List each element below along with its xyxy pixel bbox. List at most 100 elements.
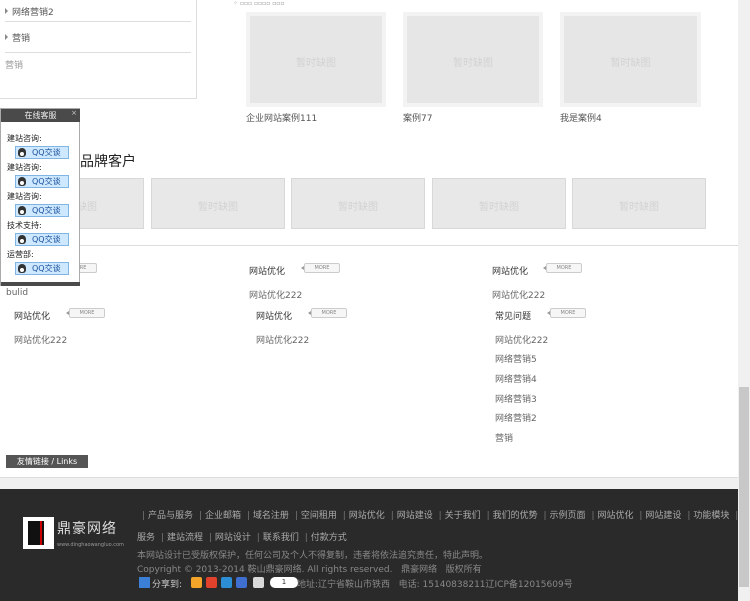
sidebar-plain-item[interactable]: 营销 (5, 58, 23, 71)
sidebar-divider (5, 52, 191, 53)
footer-nav-link[interactable]: 域名注册 (253, 511, 289, 521)
qq-penguin-icon (18, 206, 26, 215)
section-title: 网站优化 (249, 267, 286, 277)
logo-mark (23, 517, 54, 549)
section-link[interactable]: 网络营销4 (495, 372, 537, 385)
brand-link[interactable]: 鼎豪网络 (401, 565, 437, 575)
sidebar-category-panel: 网络营销2 营销 营销 (0, 0, 197, 99)
brand-logo-2[interactable]: 暂时缺图 (151, 178, 285, 229)
triangle-right-icon (5, 34, 8, 40)
qq-chat-button[interactable]: QQ交谈 (15, 175, 69, 188)
brand-logo-5[interactable]: 暂时缺图 (572, 178, 706, 229)
footer-nav-link[interactable]: 网站建设 (645, 511, 681, 521)
more-button[interactable]: MORE (311, 308, 347, 318)
section-title: 网站优化 (492, 267, 529, 277)
qq-penguin-icon (18, 264, 26, 273)
chat-widget-title: 在线客服 (1, 109, 80, 122)
footer-nav-link[interactable]: 网站优化 (597, 511, 633, 521)
qq-penguin-icon (18, 148, 26, 157)
footer-nav-link[interactable]: 建站流程 (167, 533, 203, 543)
address-line: 地址:辽宁省鞍山市铁西 电话: 15140838211辽ICP备12015609… (297, 580, 573, 590)
more-button[interactable]: MORE (69, 308, 105, 318)
online-service-widget: 在线客服 × 建站咨询: QQ交谈 建站咨询: QQ交谈 建站咨询: QQ交谈 … (0, 108, 80, 286)
brand-logo-4[interactable]: 暂时缺图 (432, 178, 566, 229)
qq-chat-button[interactable]: QQ交谈 (15, 233, 69, 246)
qq-chat-button[interactable]: QQ交谈 (15, 204, 69, 217)
section-link[interactable]: 网站优化222 (14, 333, 67, 346)
placeholder-text: 暂时缺图 (619, 201, 659, 213)
renren-share-icon[interactable] (236, 577, 247, 588)
footer-nav-link[interactable]: 网站建设 (397, 511, 433, 521)
weibo-share-icon[interactable] (206, 577, 217, 588)
footer-nav-link[interactable]: 示例页面 (550, 511, 586, 521)
footer-nav-link[interactable]: 网站优化 (349, 511, 385, 521)
more-button[interactable]: MORE (304, 263, 340, 273)
copyright-line: Copyright © 2013-2014 鞍山鼎豪网络. All rights… (137, 565, 482, 575)
chat-group-label: 运营部: (7, 250, 34, 259)
share-count: 1 (270, 577, 298, 588)
section-link[interactable]: 网站优化222 (249, 288, 302, 301)
footer-nav-link[interactable]: 服务 (137, 533, 155, 543)
section-title: 常见问题 (495, 312, 532, 322)
chat-group-label: 技术支持: (7, 221, 42, 230)
qq-penguin-icon (18, 177, 26, 186)
more-button[interactable]: MORE (550, 308, 586, 318)
scrollbar-thumb[interactable] (739, 387, 749, 587)
qq-chat-button[interactable]: QQ交谈 (15, 262, 69, 275)
qq-chat-button[interactable]: QQ交谈 (15, 146, 69, 159)
placeholder-text: 暂时缺图 (296, 57, 336, 69)
chat-group-label: 建站咨询: (7, 192, 42, 201)
more-share-icon[interactable] (253, 577, 264, 588)
logo-url: www.dinghaowangluo.com (57, 542, 124, 548)
footer-nav-link[interactable]: 网站设计 (215, 533, 251, 543)
top-cropped-text: ⁘ ▫▫▫ ▫▫▫▫ ▫▫▫ (233, 0, 285, 7)
case-caption-1[interactable]: 企业网站案例111 (246, 111, 317, 124)
tencent-weibo-share-icon[interactable] (221, 577, 232, 588)
case-caption-2[interactable]: 案例77 (403, 111, 432, 124)
section-title: 网站优化 (256, 312, 293, 322)
sidebar-item-marketing[interactable]: 营销 (5, 31, 30, 44)
placeholder-text: 暂时缺图 (198, 201, 238, 213)
case-image-1[interactable]: 暂时缺图 (246, 12, 386, 107)
triangle-right-icon (5, 8, 8, 14)
chat-group-label: 建站咨询: (7, 134, 42, 143)
section-link[interactable]: 网站优化222 (495, 333, 548, 346)
share-label: 分享到: (152, 580, 183, 590)
footer-nav-link[interactable]: 付款方式 (311, 533, 347, 543)
section-link[interactable]: 网站优化222 (256, 333, 309, 346)
more-button[interactable]: MORE (546, 263, 582, 273)
qzone-share-icon[interactable] (191, 577, 202, 588)
case-image-2[interactable]: 暂时缺图 (403, 12, 543, 107)
section-link[interactable]: bulid (6, 288, 28, 298)
placeholder-text: 暂时缺图 (610, 57, 651, 69)
section-link[interactable]: 网络营销5 (495, 352, 537, 365)
section-link[interactable]: 营销 (495, 431, 513, 444)
case-image-3[interactable]: 暂时缺图 (560, 12, 701, 107)
qq-penguin-icon (18, 235, 26, 244)
footer-nav-link[interactable]: 联系我们 (263, 533, 299, 543)
section-link[interactable]: 网络营销3 (495, 392, 537, 405)
section-link[interactable]: 网站优化222 (492, 288, 545, 301)
brand-logo-3[interactable]: 暂时缺图 (291, 178, 425, 229)
chat-group-label: 建站咨询: (7, 163, 42, 172)
footer-nav-row-2: 服务 | 建站流程 | 网站设计 | 联系我们 | 付款方式 (137, 533, 347, 543)
placeholder-text: 暂时缺图 (338, 201, 378, 213)
footer-nav-link[interactable]: 我们的优势 (493, 511, 538, 521)
case-caption-3[interactable]: 我是案例4 (560, 111, 602, 124)
footer-nav-link[interactable]: 功能模块 (693, 511, 729, 521)
footer-nav-link[interactable]: 企业邮箱 (205, 511, 241, 521)
logo-text: 鼎豪网络 (57, 521, 117, 537)
close-icon[interactable]: × (71, 109, 77, 118)
sidebar-item-network-marketing-2[interactable]: 网络营销2 (5, 5, 54, 18)
section-divider (0, 245, 738, 246)
section-link[interactable]: 网络营销2 (495, 411, 537, 424)
placeholder-text: 暂时缺图 (453, 57, 493, 69)
friend-links-tab[interactable]: 友情链接 / Links (6, 455, 88, 468)
footer-nav-link[interactable]: 空间租用 (301, 511, 337, 521)
footer-nav-link[interactable]: 关于我们 (445, 511, 481, 521)
brand-section-title: 品牌客户 (80, 154, 136, 170)
copyright-notice: 本网站设计已受版权保护，任何公司及个人不得复制，违者将依法追究责任，特此声明。 (137, 551, 489, 561)
share-plus-icon[interactable] (139, 577, 150, 588)
footer-nav-link[interactable]: 产品与服务 (148, 511, 193, 521)
sidebar-divider (5, 21, 191, 22)
